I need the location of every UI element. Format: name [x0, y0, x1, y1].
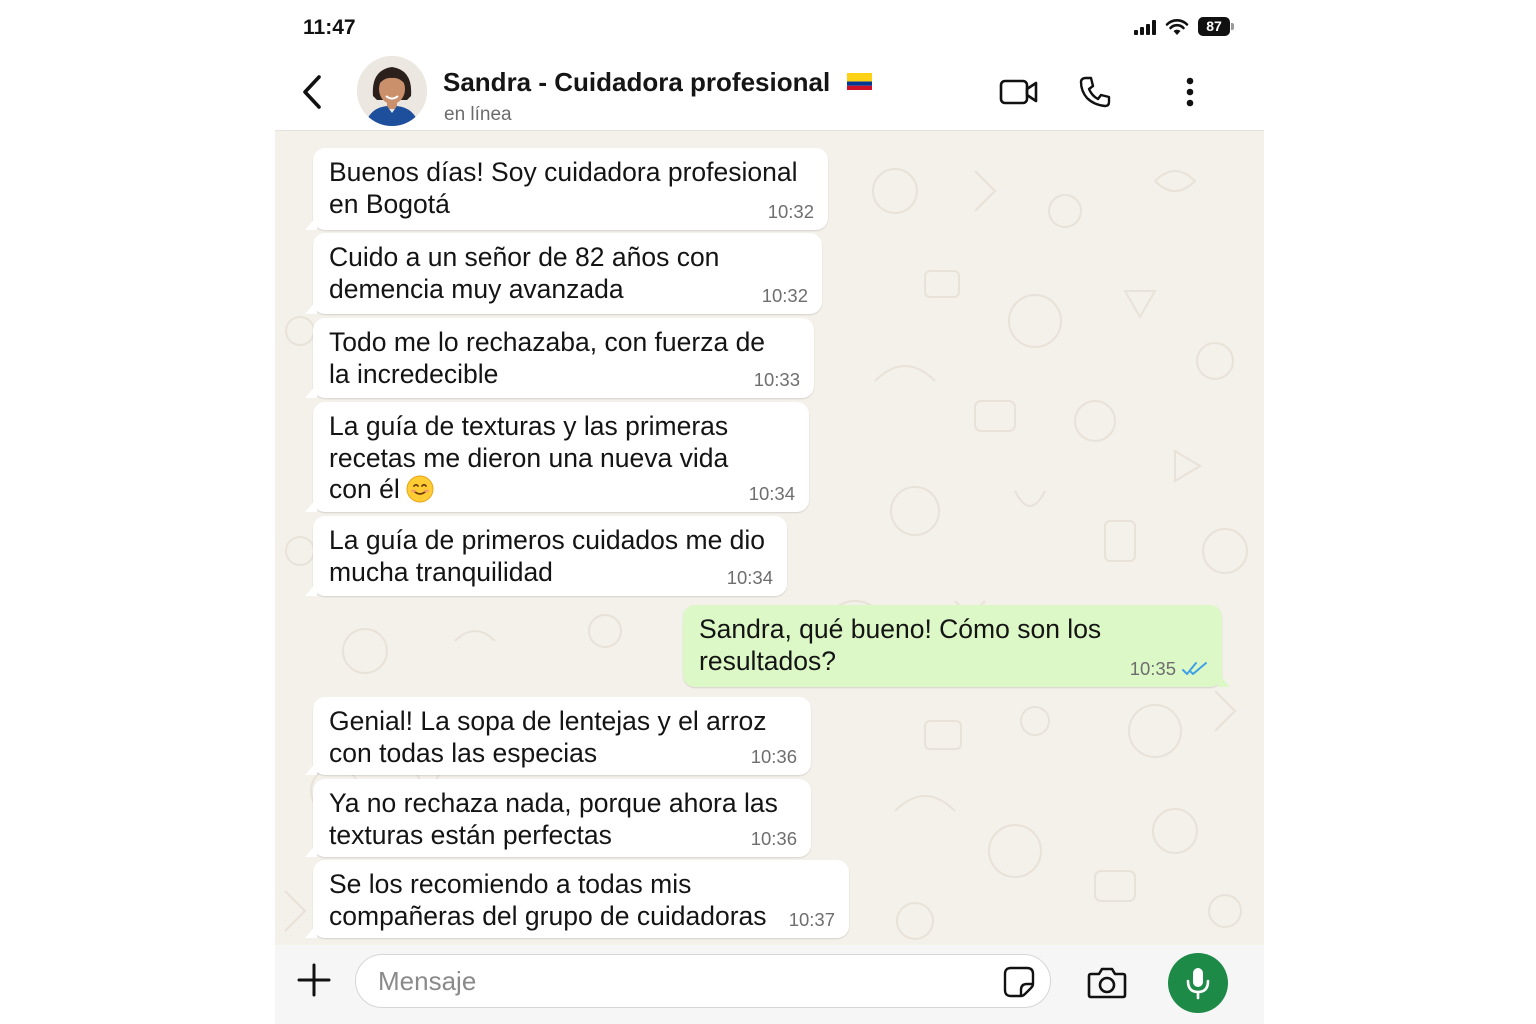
message-bubble-incoming[interactable]: La guía de primeros cuidados me dio much…: [313, 516, 787, 596]
smiling-face-emoji-icon: [406, 475, 434, 503]
video-call-button[interactable]: [997, 72, 1041, 112]
contact-avatar[interactable]: [357, 56, 427, 126]
message-text: Todo me lo rechazaba, con fuerza de la i…: [329, 327, 766, 389]
chat-header: Sandra - Cuidadora profesional en línea: [275, 56, 1264, 131]
message-text: Se los recomiendo a todas mis compañeras…: [329, 869, 767, 931]
sticker-button[interactable]: [1002, 965, 1036, 999]
message-time: 10:32: [761, 285, 808, 306]
message-bubble-incoming[interactable]: Genial! La sopa de lentejas y el arroz c…: [313, 697, 811, 775]
status-bar: 11:47 87: [275, 0, 1264, 56]
message-bubble-incoming[interactable]: Buenos días! Soy cuidadora profesional e…: [313, 148, 828, 230]
voice-message-button[interactable]: [1168, 953, 1228, 1013]
phone-call-icon: [1079, 76, 1111, 108]
message-text: Buenos días! Soy cuidadora profesional e…: [329, 157, 798, 219]
message-bubble-incoming[interactable]: Se los recomiendo a todas mis compañeras…: [313, 860, 849, 938]
microphone-icon: [1186, 968, 1210, 1000]
camera-button[interactable]: [1087, 962, 1127, 1002]
more-vertical-icon: [1186, 77, 1194, 107]
status-indicators: 87: [1134, 17, 1234, 36]
signal-icon: [1134, 19, 1156, 35]
message-bubble-incoming[interactable]: La guía de texturas y las primeras recet…: [313, 402, 809, 512]
phone-call-button[interactable]: [1077, 72, 1113, 112]
message-bubble-outgoing[interactable]: Sandra, qué bueno! Cómo son los resultad…: [683, 605, 1222, 687]
message-text: Cuido a un señor de 82 años con demencia…: [329, 242, 720, 304]
message-bubble-incoming[interactable]: Cuido a un señor de 82 años con demencia…: [313, 233, 822, 314]
message-text: La guía de texturas y las primeras recet…: [329, 411, 793, 506]
avatar-photo: [357, 56, 427, 126]
contact-name-text: Sandra - Cuidadora profesional: [443, 67, 831, 97]
message-text: La guía de primeros cuidados me dio much…: [329, 525, 766, 587]
message-text: Genial! La sopa de lentejas y el arroz c…: [329, 706, 767, 768]
sticker-icon: [1003, 966, 1035, 998]
message-time: 10:36: [750, 746, 797, 767]
more-options-button[interactable]: [1180, 72, 1200, 112]
message-time: 10:32: [767, 201, 814, 222]
message-time: 10:34: [726, 567, 773, 588]
message-time-row: 10:35: [1130, 658, 1208, 680]
chat-area[interactable]: Buenos días! Soy cuidadora profesional e…: [275, 131, 1264, 945]
message-time: 10:36: [750, 828, 797, 849]
back-arrow-icon: [303, 75, 321, 109]
message-time: 10:33: [753, 369, 800, 390]
back-button[interactable]: [295, 70, 329, 114]
contact-status: en línea: [444, 104, 512, 125]
double-check-icon: [1182, 662, 1207, 675]
phone-screen: 11:47 87 Sandra - Cuidadora profesional …: [275, 0, 1264, 1024]
message-time: 10:34: [748, 483, 795, 504]
message-bubble-incoming[interactable]: Ya no rechaza nada, porque ahora las tex…: [313, 779, 811, 857]
message-time: 10:37: [788, 909, 835, 930]
message-text-content: La guía de texturas y las primeras recet…: [329, 411, 729, 504]
colombia-flag-icon: [847, 72, 873, 90]
contact-name[interactable]: Sandra - Cuidadora profesional: [443, 67, 873, 98]
message-input-container[interactable]: [355, 954, 1051, 1008]
plus-icon: [297, 963, 331, 997]
message-text: Ya no rechaza nada, porque ahora las tex…: [329, 788, 778, 850]
message-bubble-incoming[interactable]: Todo me lo rechazaba, con fuerza de la i…: [313, 318, 814, 398]
camera-icon: [1087, 967, 1127, 999]
message-time: 10:35: [1129, 658, 1176, 679]
wifi-icon: [1165, 18, 1189, 35]
message-input-bar: [275, 945, 1264, 1024]
video-call-icon: [999, 79, 1038, 105]
status-time: 11:47: [303, 16, 356, 39]
message-input[interactable]: [378, 965, 978, 997]
attach-button[interactable]: [295, 961, 333, 999]
battery-icon: 87: [1198, 17, 1234, 36]
